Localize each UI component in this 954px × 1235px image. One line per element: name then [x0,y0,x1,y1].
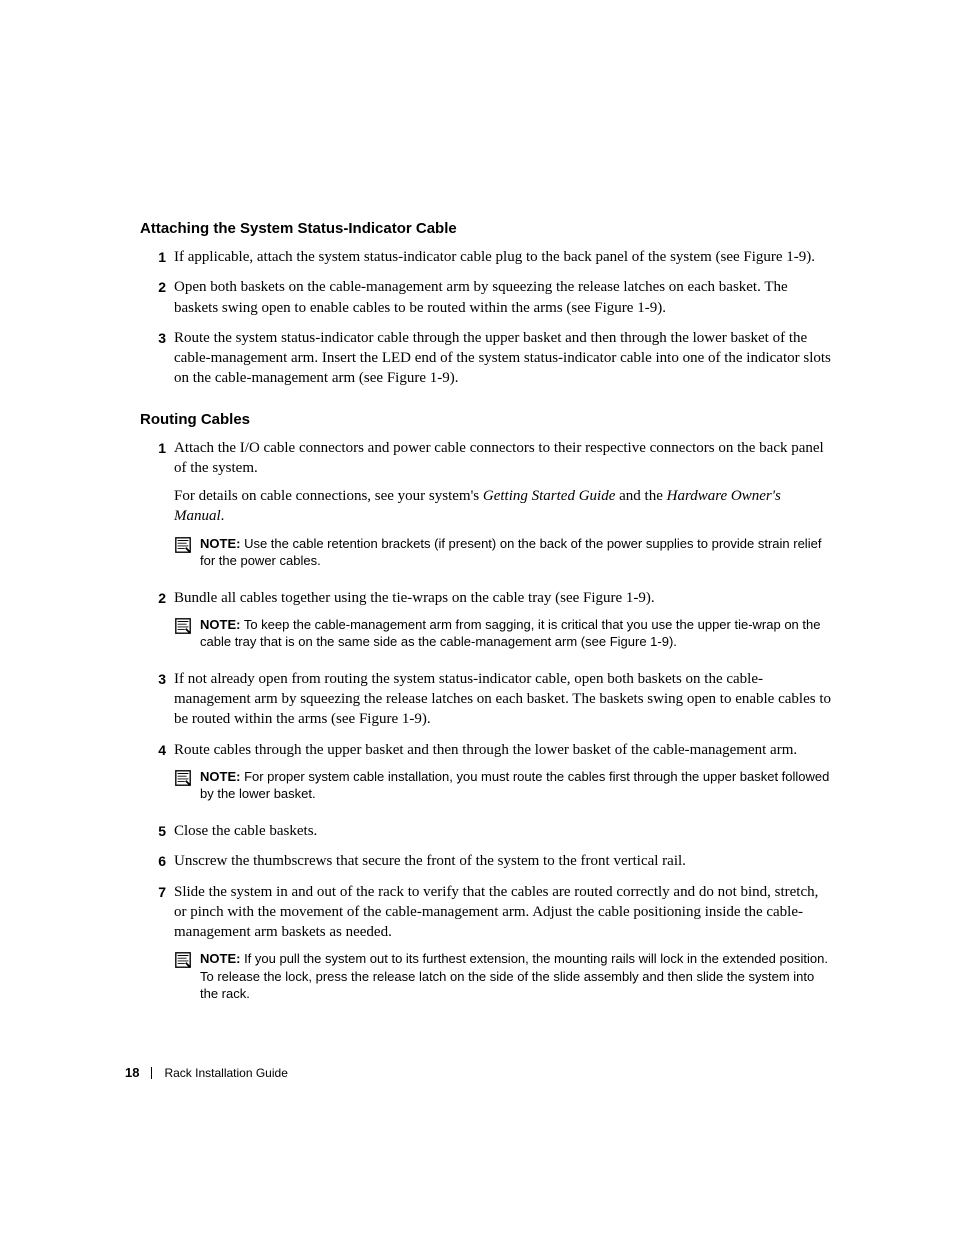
step-text: Attach the I/O cable connectors and powe… [174,438,834,479]
step-body: If not already open from routing the sys… [174,669,834,730]
step-text: Open both baskets on the cable-managemen… [174,277,834,318]
step-number: 3 [140,328,174,348]
step-body: Slide the system in and out of the rack … [174,882,834,1011]
note-label: NOTE: [200,536,240,551]
step-number: 2 [140,277,174,297]
page-content: Attaching the System Status-Indicator Ca… [0,0,954,1011]
page-number: 18 [125,1065,139,1080]
step-text: Bundle all cables together using the tie… [174,588,834,608]
section-routing-cables: Routing Cables 1 Attach the I/O cable co… [140,411,834,1011]
footer-title: Rack Installation Guide [164,1066,287,1080]
step-item: 1 Attach the I/O cable connectors and po… [140,438,834,578]
step-item: 2 Bundle all cables together using the t… [140,588,834,659]
note-label: NOTE: [200,617,240,632]
step-item: 3 If not already open from routing the s… [140,669,834,730]
step-item: 5 Close the cable baskets. [140,821,834,841]
step-text: Route cables through the upper basket an… [174,740,834,760]
note-icon [174,536,192,559]
steps-list: 1 Attach the I/O cable connectors and po… [140,438,834,1011]
step-body: Unscrew the thumbscrews that secure the … [174,851,834,871]
step-body: Attach the I/O cable connectors and powe… [174,438,834,578]
step-item: 2 Open both baskets on the cable-managem… [140,277,834,318]
note-text: NOTE: Use the cable retention brackets (… [200,535,834,570]
step-item: 7 Slide the system in and out of the rac… [140,882,834,1011]
step-body: If applicable, attach the system status-… [174,247,834,267]
step-item: 4 Route cables through the upper basket … [140,740,834,811]
page-footer: 18 Rack Installation Guide [125,1065,288,1080]
step-body: Open both baskets on the cable-managemen… [174,277,834,318]
steps-list: 1 If applicable, attach the system statu… [140,247,834,389]
step-body: Close the cable baskets. [174,821,834,841]
step-body: Bundle all cables together using the tie… [174,588,834,659]
note-block: NOTE: To keep the cable-management arm f… [174,616,834,651]
note-text: NOTE: If you pull the system out to its … [200,950,834,1003]
note-icon [174,617,192,640]
note-block: NOTE: For proper system cable installati… [174,768,834,803]
step-number: 5 [140,821,174,841]
note-text: NOTE: To keep the cable-management arm f… [200,616,834,651]
step-text: If not already open from routing the sys… [174,669,834,730]
note-label: NOTE: [200,951,240,966]
note-text: NOTE: For proper system cable installati… [200,768,834,803]
section-heading: Routing Cables [140,411,834,428]
step-item: 6 Unscrew the thumbscrews that secure th… [140,851,834,871]
note-icon [174,951,192,974]
step-text: Route the system status-indicator cable … [174,328,834,389]
step-number: 4 [140,740,174,760]
step-number: 6 [140,851,174,871]
section-attaching-cable: Attaching the System Status-Indicator Ca… [140,220,834,389]
step-text: If applicable, attach the system status-… [174,247,834,267]
step-text: For details on cable connections, see yo… [174,486,834,527]
step-number: 3 [140,669,174,689]
step-text: Close the cable baskets. [174,821,834,841]
step-text: Unscrew the thumbscrews that secure the … [174,851,834,871]
section-heading: Attaching the System Status-Indicator Ca… [140,220,834,237]
step-body: Route the system status-indicator cable … [174,328,834,389]
footer-divider [151,1067,152,1079]
step-item: 3 Route the system status-indicator cabl… [140,328,834,389]
note-label: NOTE: [200,769,240,784]
note-block: NOTE: Use the cable retention brackets (… [174,535,834,570]
step-body: Route cables through the upper basket an… [174,740,834,811]
step-text: Slide the system in and out of the rack … [174,882,834,943]
step-number: 1 [140,438,174,458]
step-number: 2 [140,588,174,608]
note-icon [174,769,192,792]
step-item: 1 If applicable, attach the system statu… [140,247,834,267]
step-number: 1 [140,247,174,267]
step-number: 7 [140,882,174,902]
note-block: NOTE: If you pull the system out to its … [174,950,834,1003]
